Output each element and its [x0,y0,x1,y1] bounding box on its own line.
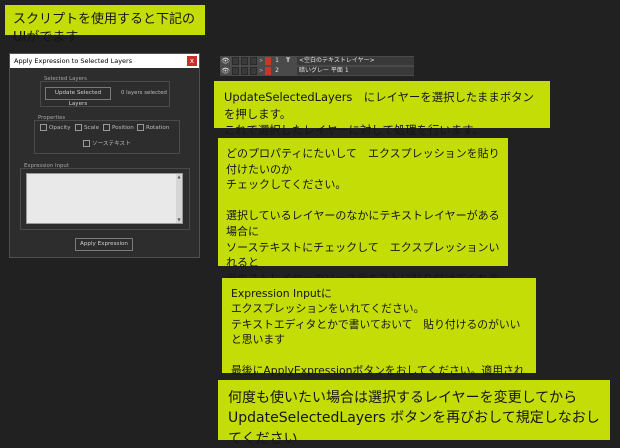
source-text-checkbox[interactable]: ソーステキスト [83,139,131,147]
expand-arrow-icon[interactable]: > [259,67,264,75]
source-text-label: ソーステキスト [92,141,131,147]
checkbox-box [83,139,90,147]
note-update-selected-layers: UpdateSelectedLayers にレイヤーを選択したままボタンを押しま… [214,81,550,137]
layer-panel: 👁 > 1 T <空白のテキストレイヤー> 👁 > 2 暗いグレー 平面 1 [220,55,414,77]
update-selected-layers-button[interactable]: Update Selected Layers [45,87,111,107]
layer-row[interactable]: 👁 > 2 暗いグレー 平面 1 [220,66,414,76]
expand-arrow-icon[interactable]: > [259,57,264,65]
text-layer-icon: T [286,57,291,64]
properties-label: Properties [38,115,66,121]
rotation-checkbox[interactable]: Rotation [137,124,169,131]
audio-toggle[interactable] [232,67,239,75]
note-expression-input: Expression Inputに エクスプレッションをいれてください。 テキス… [222,278,536,392]
position-checkbox[interactable]: Position [103,124,134,131]
dialog-titlebar[interactable]: Apply Expression to Selected Layers x [10,54,199,68]
solo-toggle[interactable] [241,57,248,65]
opacity-label: Opacity [49,124,71,131]
opacity-checkbox[interactable]: Opacity [40,124,71,131]
layer-name[interactable]: <空白のテキストレイヤー> [297,57,414,65]
layer-row[interactable]: 👁 > 1 T <空白のテキストレイヤー> [220,56,414,66]
title-note: スクリプトを使用すると下記のUIがでます [5,5,205,45]
checkbox-box [103,124,110,131]
expression-input-label: Expression Input [24,163,69,169]
expression-textarea[interactable]: ▲ ▼ [26,173,183,224]
eye-icon[interactable]: 👁 [221,57,230,65]
rotation-label: Rotation [146,124,170,131]
dialog-title: Apply Expression to Selected Layers [14,57,133,65]
note-properties: どのプロパティにたいして エクスプレッションを貼り付けたいのか チェックしてくだ… [218,138,508,316]
eye-icon[interactable]: 👁 [221,67,230,75]
label-color-swatch[interactable] [265,67,271,75]
lock-toggle[interactable] [250,57,257,65]
layer-number: 1 [275,57,279,64]
note-reuse: 何度も使いたい場合は選択するレイヤーを変更してから UpdateSelected… [218,380,610,447]
checkbox-box [75,124,82,131]
label-color-swatch[interactable] [265,57,271,65]
scroll-down-arrow-icon[interactable]: ▼ [176,217,182,223]
checkbox-box [137,124,144,131]
audio-toggle[interactable] [232,57,239,65]
checkbox-box [40,124,47,131]
selected-layers-status: 0 layers selected [121,90,167,96]
scale-checkbox[interactable]: Scale [75,124,99,131]
solid-layer-icon [286,67,293,75]
layer-number: 2 [275,67,279,74]
textarea-scrollbar[interactable]: ▲ ▼ [176,174,182,223]
apply-expression-dialog: Apply Expression to Selected Layers x Se… [9,53,200,258]
scale-label: Scale [84,124,100,131]
position-label: Position [112,124,134,131]
apply-expression-button[interactable]: Apply Expression [75,238,133,251]
close-button[interactable]: x [187,56,197,66]
selected-layers-label: Selected Layers [44,76,87,82]
scroll-up-arrow-icon[interactable]: ▲ [176,174,182,180]
layer-name[interactable]: 暗いグレー 平面 1 [297,67,414,75]
lock-toggle[interactable] [250,67,257,75]
solo-toggle[interactable] [241,67,248,75]
